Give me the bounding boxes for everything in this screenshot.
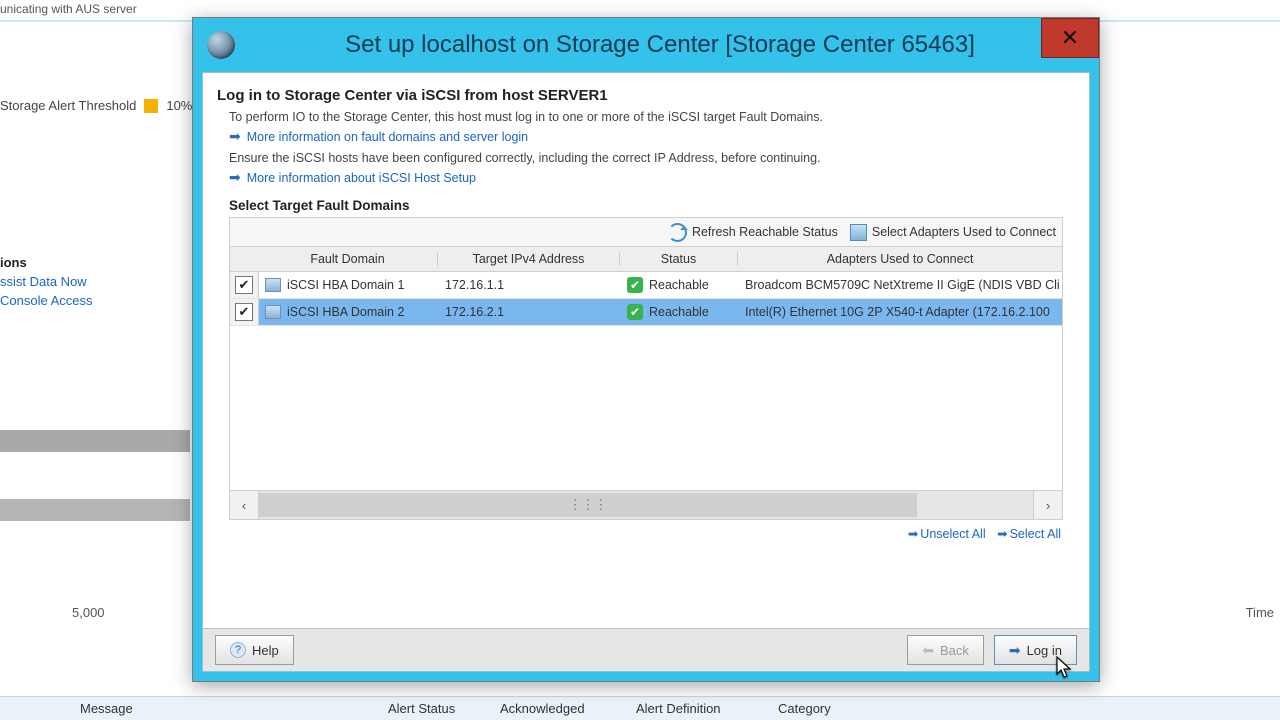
dell-logo-icon [207, 31, 235, 59]
adapter-icon [850, 224, 867, 241]
row-checkbox[interactable]: ✔ [235, 303, 253, 321]
dialog-body: Log in to Storage Center via iSCSI from … [202, 72, 1090, 672]
scroll-thumb[interactable]: ⋮⋮⋮ [259, 493, 917, 517]
table-body: ✔ iSCSI HBA Domain 1 172.16.1.1 ✔Reachab… [229, 272, 1063, 491]
row-checkbox[interactable]: ✔ [235, 276, 253, 294]
more-info-iscsi-link[interactable]: ➡ More information about iSCSI Host Setu… [229, 169, 1075, 186]
fault-domain-icon [265, 278, 281, 292]
col-alert-status: Alert Status [388, 701, 455, 716]
refresh-reachable-button[interactable]: Refresh Reachable Status [668, 223, 838, 242]
dialog-footer: ? Help ⬅ Back ➡ Log in [203, 628, 1089, 671]
scroll-track[interactable]: ⋮⋮⋮ [259, 491, 1033, 519]
login-heading: Log in to Storage Center via iSCSI from … [217, 87, 1075, 104]
arrow-right-icon: ➡ [229, 169, 241, 186]
dialog-title: Set up localhost on Storage Center [Stor… [235, 31, 1085, 59]
fault-domain-icon [265, 305, 281, 319]
fault-domain-table: Refresh Reachable Status Select Adapters… [229, 217, 1063, 541]
storage-alert-threshold: Storage Alert Threshold 10% [0, 98, 192, 113]
alerts-header-strip: Message Alert Status Acknowledged Alert … [0, 696, 1280, 720]
scroll-left-button[interactable]: ‹ [230, 491, 259, 519]
help-button[interactable]: ? Help [215, 635, 294, 665]
actions-heading: ions [0, 255, 27, 270]
titlebar[interactable]: Set up localhost on Storage Center [Stor… [193, 18, 1099, 72]
scroll-right-button[interactable]: › [1033, 491, 1062, 519]
col-status: Status [620, 252, 738, 266]
instruction-text-2: Ensure the iSCSI hosts have been configu… [229, 151, 1075, 165]
col-acknowledged: Acknowledged [500, 701, 585, 716]
table-row[interactable]: ✔ iSCSI HBA Domain 1 172.16.1.1 ✔Reachab… [230, 272, 1062, 299]
refresh-icon [668, 223, 687, 242]
arrow-right-icon: ➡ [1009, 642, 1021, 659]
section-heading: Select Target Fault Domains [229, 198, 1075, 213]
col-alert-definition: Alert Definition [636, 701, 721, 716]
help-icon: ? [230, 642, 246, 658]
status-ok-icon: ✔ [627, 277, 643, 293]
col-fault-domain: Fault Domain [258, 252, 438, 266]
setup-dialog: Set up localhost on Storage Center [Stor… [192, 17, 1100, 682]
col-adapters: Adapters Used to Connect [738, 252, 1062, 266]
col-message: Message [80, 701, 133, 716]
table-header: Fault Domain Target IPv4 Address Status … [229, 247, 1063, 272]
axis-tick: 5,000 [72, 605, 105, 620]
select-all-link[interactable]: ➡Select All [997, 527, 1061, 541]
table-row[interactable]: ✔ iSCSI HBA Domain 2 172.16.2.1 ✔Reachab… [230, 299, 1062, 326]
status-text: unicating with AUS server [0, 2, 137, 16]
table-toolbar: Refresh Reachable Status Select Adapters… [229, 217, 1063, 247]
unselect-all-link[interactable]: ➡Unselect All [908, 527, 986, 541]
horizontal-scrollbar[interactable]: ‹ ⋮⋮⋮ › [229, 491, 1063, 520]
select-adapters-button[interactable]: Select Adapters Used to Connect [850, 224, 1056, 241]
col-target-ip: Target IPv4 Address [438, 252, 620, 266]
arrow-right-icon: ➡ [229, 128, 241, 145]
supportassist-link[interactable]: ssist Data Now [0, 274, 87, 289]
selection-links: ➡Unselect All ➡Select All [229, 520, 1063, 541]
threshold-swatch-icon [144, 99, 158, 113]
more-info-fault-domains-link[interactable]: ➡ More information on fault domains and … [229, 128, 1075, 145]
status-ok-icon: ✔ [627, 304, 643, 320]
arrow-left-icon: ⬅ [922, 642, 934, 659]
close-icon: ✕ [1061, 25, 1079, 51]
close-button[interactable]: ✕ [1041, 18, 1099, 58]
col-category: Category [778, 701, 831, 716]
instruction-text: To perform IO to the Storage Center, thi… [229, 110, 1075, 124]
console-access-link[interactable]: Console Access [0, 293, 93, 308]
back-button[interactable]: ⬅ Back [907, 635, 984, 665]
axis-label-time: Time [1246, 605, 1274, 620]
chart-bar [0, 499, 190, 521]
chart-bar [0, 430, 190, 452]
login-button[interactable]: ➡ Log in [994, 635, 1077, 665]
